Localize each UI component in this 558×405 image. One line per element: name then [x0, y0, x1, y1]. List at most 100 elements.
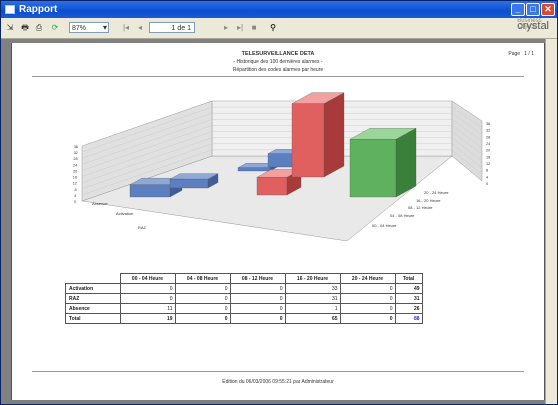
table-cell: 0	[119, 293, 176, 304]
row-label: RAZ	[65, 293, 121, 304]
right-axis-tick-label: 0	[486, 182, 488, 186]
table-cell: 0	[174, 313, 231, 324]
table-column-header: 20 - 24 Heure	[339, 273, 396, 284]
left-axis-tick-label: 12	[73, 182, 77, 186]
left-axis-tick-label: 4	[74, 194, 76, 198]
toolbar: ⇲ 🖶 ⎙ ⟳ 87% ▾ |◂ ◂ 1 de 1 ▸ ▸| ■ ⚲ Busin…	[1, 18, 557, 39]
stop-icon[interactable]: ■	[249, 21, 259, 34]
bar-front-face	[237, 167, 271, 172]
table-cell: 0	[229, 303, 286, 314]
left-axis-tick-label: 32	[74, 151, 78, 155]
table-cell: 0	[339, 283, 396, 294]
table-cell: 0	[119, 283, 176, 294]
close-button[interactable]: ✕	[541, 3, 555, 16]
chart-3d-bars: 36322824201612840 36322824201612840 Abse…	[73, 92, 490, 242]
left-axis-ticks: 36 32 28 24 20 16 12 8 4 0	[73, 145, 78, 204]
right-axis-tick-label: 28	[486, 135, 490, 139]
minimize-button[interactable]: _	[511, 3, 525, 16]
series-axis-label: Absence	[92, 201, 108, 206]
table-column-header: 04 - 08 Heure	[174, 273, 231, 284]
binoculars-icon[interactable]: ⚲	[267, 21, 279, 34]
report-subtitle-history: - Historique des 100 dernières alarmes -	[233, 59, 323, 65]
right-axis-tick-label: 16	[486, 155, 490, 159]
footer-divider	[32, 371, 524, 372]
report-page: TELESURVEILLANCE DETA - Historique des 1…	[11, 43, 545, 400]
category-axis-label: 04 - 08 Heure	[390, 213, 415, 218]
prev-page-icon[interactable]: ◂	[135, 21, 145, 34]
right-axis-tick-label: 32	[486, 129, 490, 133]
print-icon[interactable]: 🖶	[19, 21, 31, 34]
title-bar: Rapport _ □ ✕	[1, 1, 557, 18]
table-cell: 0	[174, 293, 231, 304]
table-cell: 0	[174, 283, 231, 294]
report-viewer: TELESURVEILLANCE DETA - Historique des 1…	[1, 39, 557, 404]
report-footer: Édition du 06/03/2006 09:55:21 par Admin…	[222, 379, 334, 385]
table-cell: 11	[119, 303, 176, 314]
category-axis-label: 20 - 24 Heure	[424, 190, 449, 195]
crystal-logo: Business Objects crystal	[517, 18, 549, 32]
refresh-icon[interactable]: ⟳	[49, 21, 61, 34]
table-cell: 0	[229, 313, 286, 324]
bar-front-face	[267, 153, 295, 168]
left-axis-tick-label: 8	[74, 188, 76, 192]
table-cell: 31	[394, 293, 423, 304]
left-axis-tick-label: 0	[74, 200, 76, 204]
bar-front-face	[129, 184, 171, 198]
table-row: Absence 11 0 0 1 0 26	[65, 303, 423, 314]
bar-side-face	[323, 92, 345, 178]
right-axis-tick-label: 4	[486, 175, 488, 179]
left-axis-tick-label: 24	[73, 163, 77, 167]
right-axis-tick-label: 20	[486, 149, 490, 153]
left-axis-tick-label: 20	[73, 169, 77, 173]
first-page-icon[interactable]: |◂	[121, 21, 131, 34]
left-axis-tick-label: 28	[73, 157, 77, 161]
table-cell: 65	[284, 313, 341, 324]
table-corner-cell	[65, 273, 121, 284]
page-number-input[interactable]: 1 de 1	[149, 22, 195, 33]
table-cell: 0	[174, 303, 231, 314]
table-column-header: 16 - 20 Heure	[284, 273, 341, 284]
bar-front-face	[349, 139, 397, 198]
category-axis-label: 08 - 12 Heure	[408, 205, 433, 210]
row-label: Activation	[65, 283, 121, 294]
table-row: RAZ 0 0 0 31 0 31	[65, 293, 423, 304]
table-cell: 0	[339, 293, 396, 304]
category-axis-label: 16 - 20 Heure	[416, 198, 441, 203]
right-axis-tick-label: 8	[486, 169, 488, 173]
row-label: Absence	[65, 303, 121, 314]
table-cell: 26	[394, 303, 423, 314]
right-axis-tick-label: 24	[486, 142, 490, 146]
table-cell: 33	[284, 283, 341, 294]
table-cell: 19	[119, 313, 176, 324]
table-row: Activation 0 0 0 33 0 49	[65, 283, 423, 294]
table-cell: 0	[229, 283, 286, 294]
window-icon	[5, 5, 15, 14]
header-divider	[32, 76, 524, 77]
last-page-icon[interactable]: ▸|	[235, 21, 245, 34]
table-cell: 31	[284, 293, 341, 304]
table-cell: 0	[339, 303, 396, 314]
bar-front-face	[169, 178, 209, 189]
export-icon[interactable]: ⇲	[5, 21, 15, 34]
table-cell: 49	[394, 283, 423, 294]
left-axis-tick-label: 36	[74, 145, 78, 149]
table-cell: 1	[284, 303, 341, 314]
report-window: Rapport _ □ ✕ ⇲ 🖶 ⎙ ⟳ 87% ▾ |◂ ◂ 1 de 1 …	[0, 0, 558, 405]
table-header-row: 00 - 04 Heure 04 - 08 Heure 08 - 12 Heur…	[65, 273, 423, 284]
maximize-button[interactable]: □	[526, 3, 540, 16]
chevron-down-icon[interactable]: ▾	[100, 21, 110, 34]
series-axis-label: Activation	[116, 211, 133, 216]
vertical-scrollbar[interactable]	[545, 39, 557, 404]
table-cell: 0	[339, 313, 396, 324]
bar-front-face	[256, 177, 288, 196]
right-axis-ticks: 36 32 28 24 20 16 12 8 4 0	[486, 122, 490, 186]
right-axis-tick-label: 12	[486, 162, 490, 166]
bar-side-face	[395, 127, 417, 198]
table-column-header: 00 - 04 Heure	[119, 273, 176, 284]
report-subtitle-breakdown: Répartition des codes alarmes par heure	[232, 67, 324, 73]
next-page-icon[interactable]: ▸	[221, 21, 231, 34]
row-label: Total	[65, 313, 121, 324]
printer-setup-icon[interactable]: ⎙	[33, 21, 45, 34]
window-title: Rapport	[19, 4, 58, 15]
table-cell: 88	[394, 313, 423, 324]
